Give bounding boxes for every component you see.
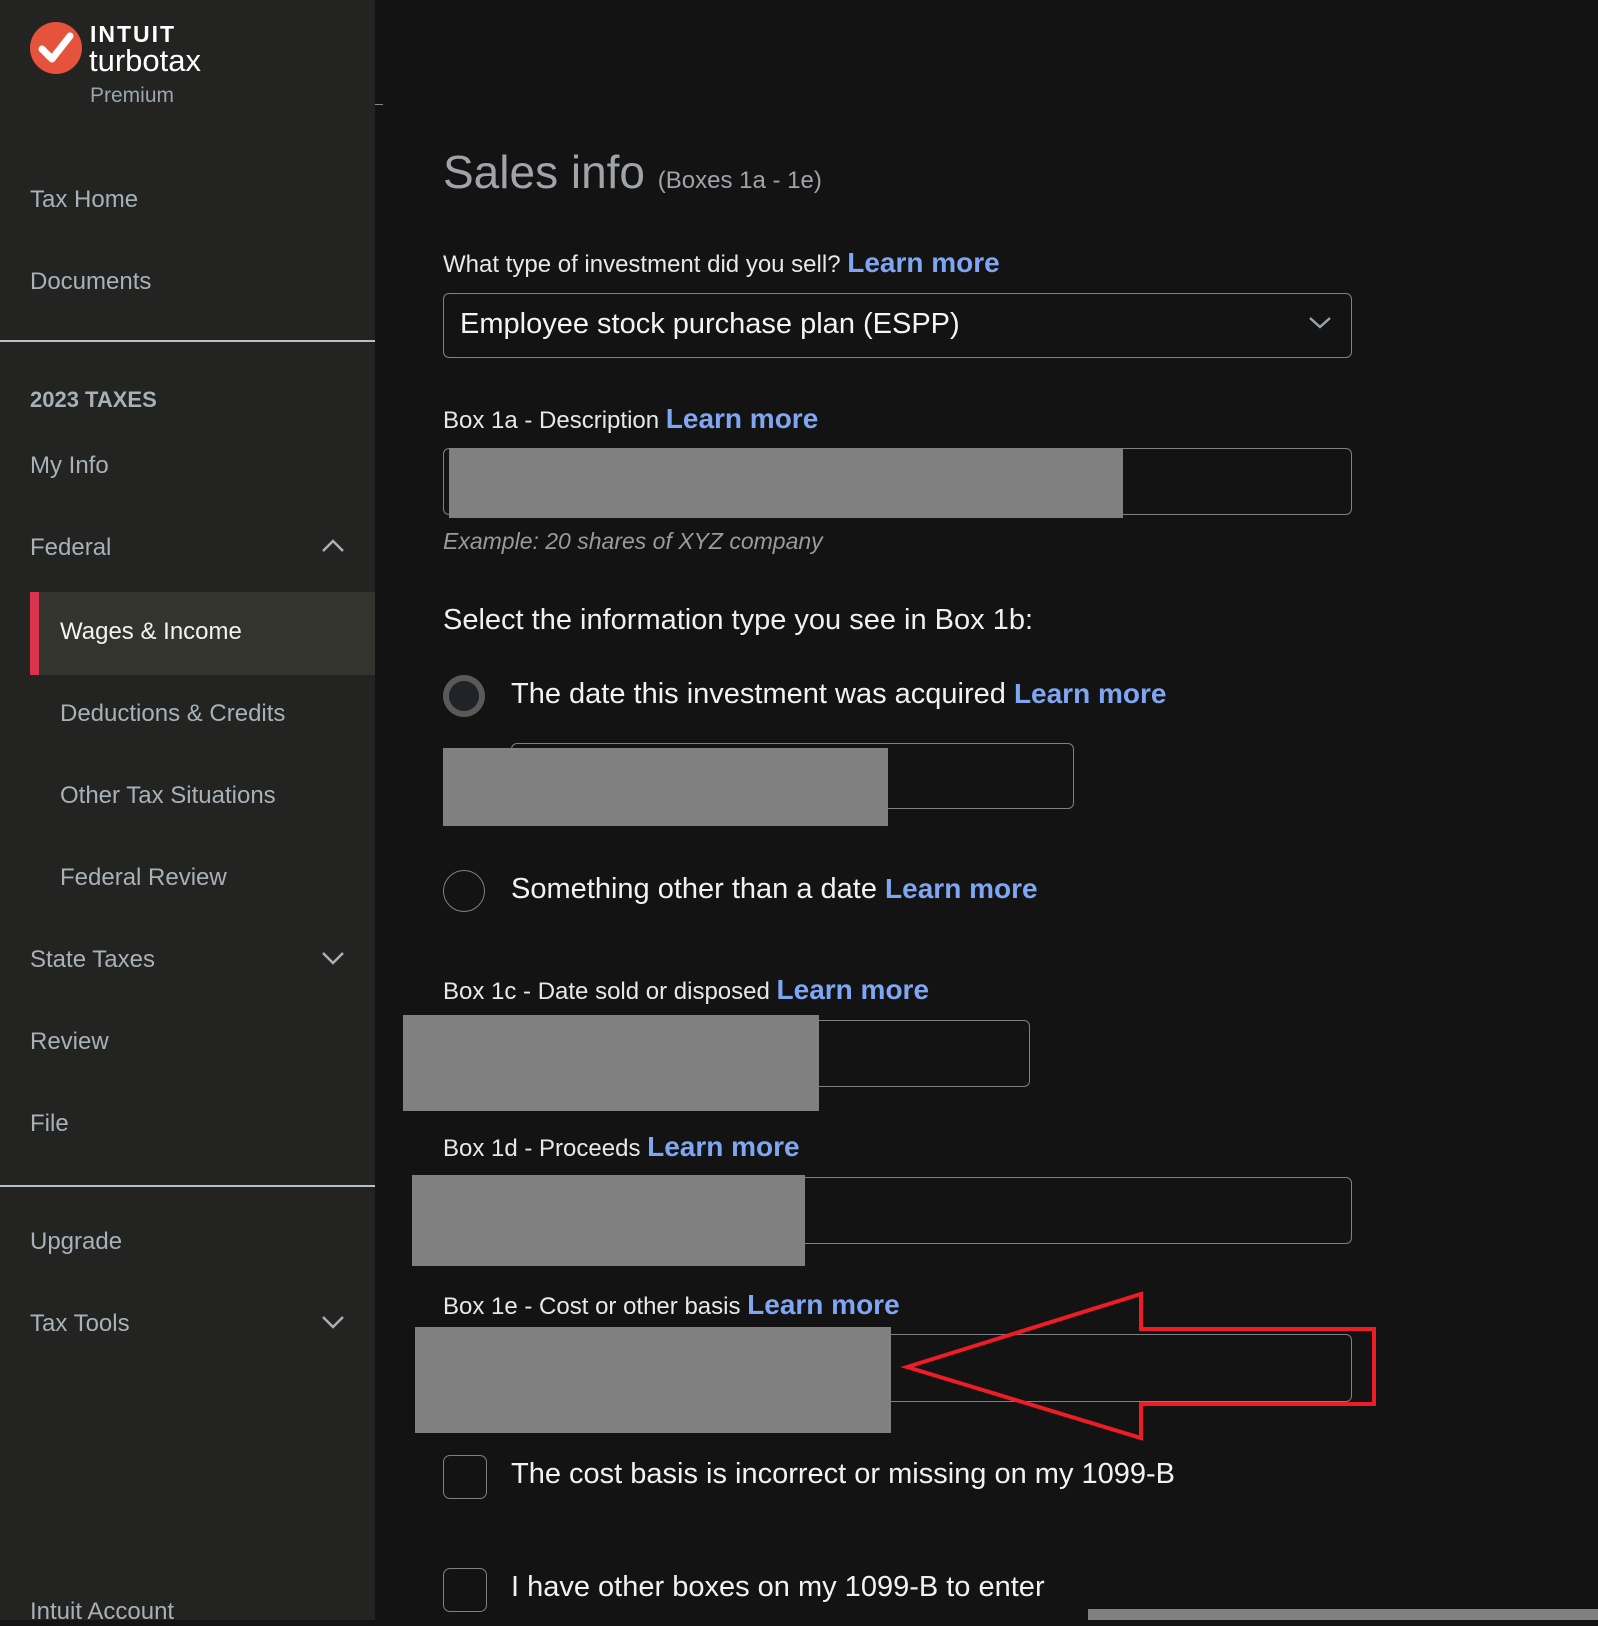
sidebar-item-tax-home[interactable]: Tax Home (0, 186, 375, 214)
checkmark-badge-icon (30, 22, 82, 74)
sidebar-divider (0, 340, 375, 342)
checkbox-other-boxes[interactable] (443, 1568, 487, 1612)
learn-more-link[interactable]: Learn more (777, 974, 930, 1005)
learn-more-link[interactable]: Learn more (666, 403, 819, 434)
radio-other-than-date[interactable] (443, 870, 485, 912)
sidebar-item-label: Wages & Income (60, 618, 242, 645)
learn-more-link[interactable]: Learn more (885, 873, 1038, 904)
label-text: Box 1e - Cost or other basis (443, 1293, 741, 1320)
sidebar-item-label: File (30, 1110, 69, 1137)
label-text: Something other than a date (511, 873, 877, 905)
divider-tick (375, 104, 383, 105)
sidebar-item-file[interactable]: File (0, 1110, 375, 1138)
learn-more-link[interactable]: Learn more (847, 247, 1000, 278)
sidebar-item-intuit-account[interactable]: Intuit Account (0, 1598, 375, 1626)
page-title-text: Sales info (443, 146, 646, 198)
sidebar-item-other-tax-situations[interactable]: Other Tax Situations (0, 782, 375, 810)
sidebar-item-label: My Info (30, 452, 109, 479)
sidebar-item-label: Tax Tools (30, 1310, 130, 1337)
page-title-suffix: (Boxes 1a - 1e) (657, 167, 822, 194)
label-text: Box 1d - Proceeds (443, 1135, 641, 1162)
label-text: Box 1c - Date sold or disposed (443, 978, 770, 1005)
box1d-label: Box 1d - Proceeds Learn more (443, 1131, 800, 1163)
brand-edition: Premium (90, 84, 175, 107)
sidebar-item-label: Federal (30, 534, 112, 561)
box1a-hint: Example: 20 shares of XYZ company (443, 528, 823, 554)
chevron-up-icon (322, 539, 344, 552)
redacted-value (415, 1327, 891, 1433)
learn-more-link[interactable]: Learn more (647, 1131, 800, 1162)
sidebar-item-label: Tax Home (30, 186, 139, 213)
sidebar-item-documents[interactable]: Documents (0, 268, 375, 296)
sidebar-item-label: Other Tax Situations (60, 782, 276, 809)
box1c-label: Box 1c - Date sold or disposed Learn mor… (443, 974, 929, 1006)
radio-date-acquired[interactable] (443, 675, 485, 717)
redacted-value (443, 748, 888, 826)
label-text: What type of investment did you sell? (443, 251, 841, 278)
redacted-value (403, 1015, 819, 1111)
sidebar-item-label: Review (30, 1028, 109, 1055)
investment-type-label: What type of investment did you sell? Le… (443, 247, 1000, 279)
redacted-bar (1088, 1609, 1598, 1620)
checkbox-cost-basis-incorrect-label: The cost basis is incorrect or missing o… (511, 1458, 1176, 1490)
redacted-value (449, 448, 1123, 518)
learn-more-link[interactable]: Learn more (1014, 678, 1167, 709)
section-title: 2023 TAXES (30, 387, 157, 412)
page-title: Sales info (Boxes 1a - 1e) (443, 145, 822, 199)
sidebar-divider (0, 1185, 375, 1187)
checkbox-other-boxes-label: I have other boxes on my 1099-B to enter (511, 1571, 1045, 1603)
sidebar-item-review[interactable]: Review (0, 1028, 375, 1056)
sidebar-item-label: Federal Review (60, 864, 227, 891)
brand-product: turbotax (89, 43, 202, 78)
select-value: Employee stock purchase plan (ESPP) (460, 308, 960, 340)
sidebar-item-label: Documents (30, 268, 152, 295)
sidebar-item-my-info[interactable]: My Info (0, 452, 375, 480)
sidebar-item-label: Intuit Account (30, 1598, 175, 1625)
radio-date-acquired-label: The date this investment was acquired Le… (511, 678, 1166, 711)
sidebar-item-upgrade[interactable]: Upgrade (0, 1228, 375, 1256)
sidebar: INTUIT turbotax Premium Tax Home Documen… (0, 0, 375, 1625)
investment-type-select[interactable]: Employee stock purchase plan (ESPP) (443, 293, 1352, 358)
box1b-question: Select the information type you see in B… (443, 604, 1034, 636)
sidebar-item-label: Deductions & Credits (60, 700, 286, 727)
sidebar-item-state-taxes[interactable]: State Taxes (0, 946, 375, 974)
redacted-value (412, 1175, 805, 1266)
box1a-label: Box 1a - Description Learn more (443, 403, 818, 435)
sidebar-item-federal[interactable]: Federal (0, 534, 375, 562)
learn-more-link[interactable]: Learn more (747, 1289, 900, 1320)
label-text: Box 1a - Description (443, 407, 660, 434)
checkbox-cost-basis-incorrect[interactable] (443, 1455, 487, 1499)
sidebar-item-wages-income[interactable]: Wages & Income (30, 592, 375, 675)
chevron-down-icon (322, 1316, 344, 1329)
chevron-down-icon (322, 952, 344, 965)
chevron-down-icon (1309, 317, 1331, 329)
box1e-label: Box 1e - Cost or other basis Learn more (443, 1289, 900, 1321)
sidebar-item-tax-tools[interactable]: Tax Tools (0, 1310, 375, 1338)
sidebar-item-federal-review[interactable]: Federal Review (0, 864, 375, 892)
sidebar-item-deductions-credits[interactable]: Deductions & Credits (0, 700, 375, 728)
label-text: The date this investment was acquired (511, 678, 1006, 710)
sidebar-item-label: Upgrade (30, 1228, 123, 1255)
radio-other-than-date-label: Something other than a date Learn more (511, 873, 1038, 906)
sidebar-item-label: State Taxes (30, 946, 155, 973)
